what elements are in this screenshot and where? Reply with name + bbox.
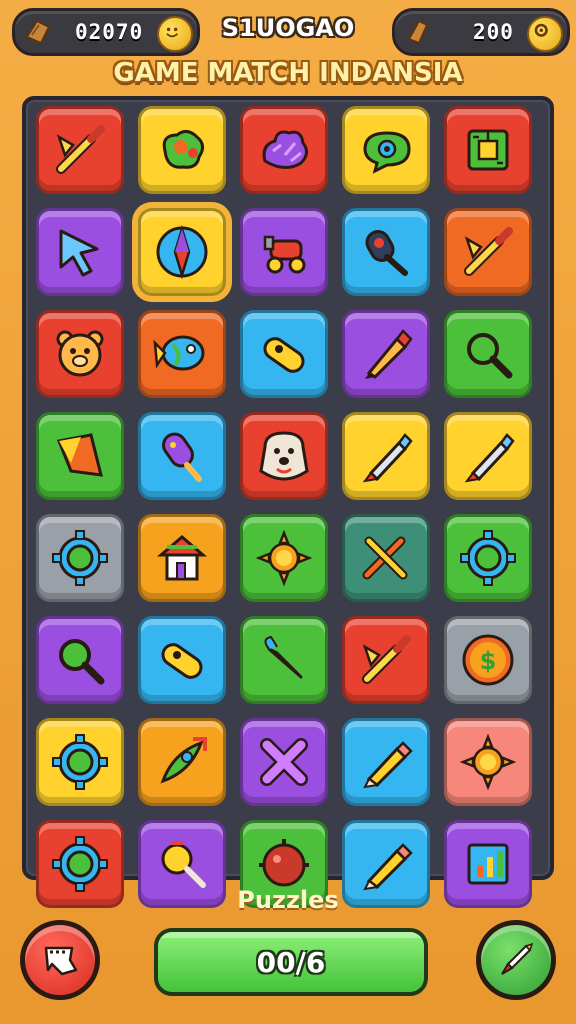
currency-value: 200 xyxy=(473,20,514,44)
game-tile[interactable] xyxy=(444,718,532,806)
game-tile[interactable] xyxy=(444,106,532,194)
pencil-icon xyxy=(363,843,413,891)
gear-icon xyxy=(52,836,108,892)
chart-box-icon xyxy=(467,843,509,885)
game-tile[interactable] xyxy=(240,514,328,602)
game-tile[interactable] xyxy=(138,412,226,500)
game-tile[interactable] xyxy=(444,412,532,500)
gear-coin-icon[interactable] xyxy=(527,16,563,52)
circuit-icon xyxy=(467,129,509,171)
cross-icon xyxy=(260,738,308,786)
lollipop-icon xyxy=(161,841,206,888)
game-tile[interactable] xyxy=(342,106,430,194)
dart-icon xyxy=(501,942,534,975)
bear-icon xyxy=(56,330,104,377)
game-tile[interactable] xyxy=(240,616,328,704)
capsule-icon xyxy=(161,643,203,679)
game-tile[interactable] xyxy=(342,208,430,296)
speech-eye-icon xyxy=(363,131,411,174)
pen-icon xyxy=(362,433,413,483)
dart-icon xyxy=(56,125,105,174)
gear-icon xyxy=(460,530,516,586)
blob-icon xyxy=(162,130,204,169)
sun-icon xyxy=(255,529,313,587)
pen-icon xyxy=(464,433,515,483)
game-tile[interactable] xyxy=(240,208,328,296)
gear-icon xyxy=(52,530,108,586)
svg-text:$: $ xyxy=(480,647,497,675)
game-tile[interactable] xyxy=(240,718,328,806)
popsicle-icon xyxy=(162,432,202,482)
game-tile[interactable] xyxy=(138,310,226,398)
game-tile[interactable] xyxy=(240,106,328,194)
game-tile[interactable] xyxy=(444,208,532,296)
boost-button[interactable] xyxy=(476,920,556,1000)
ball-icon xyxy=(259,839,309,887)
wood-icon xyxy=(407,19,429,45)
crayon-icon xyxy=(365,329,413,379)
game-tile[interactable] xyxy=(36,412,124,500)
dart-icon xyxy=(464,227,513,276)
game-tile[interactable] xyxy=(240,310,328,398)
dart-icon xyxy=(362,635,411,684)
game-tile[interactable] xyxy=(240,412,328,500)
game-tile[interactable] xyxy=(36,718,124,806)
progress-text: 00/6 xyxy=(256,946,326,979)
game-title: GAME MATCH INDANSIA xyxy=(113,58,463,88)
flag-icon xyxy=(56,433,103,477)
rocket-icon xyxy=(160,737,207,784)
cannon-icon xyxy=(263,235,306,274)
carrot-icon xyxy=(264,635,303,679)
magnifier-icon xyxy=(59,639,105,685)
gear-icon xyxy=(52,734,108,790)
game-tile[interactable] xyxy=(138,718,226,806)
coral-icon xyxy=(262,130,308,169)
capsule-icon xyxy=(263,337,305,373)
game-tile[interactable] xyxy=(342,514,430,602)
game-tile[interactable]: $ xyxy=(444,616,532,704)
probe-icon xyxy=(365,230,408,276)
game-tile[interactable] xyxy=(138,106,226,194)
game-tile[interactable] xyxy=(342,616,430,704)
puzzles-label: Puzzles xyxy=(237,886,339,914)
game-tile[interactable] xyxy=(138,616,226,704)
game-tile[interactable] xyxy=(342,310,430,398)
game-tile[interactable] xyxy=(36,106,124,194)
game-tile[interactable] xyxy=(36,514,124,602)
game-board: $ xyxy=(22,96,554,908)
game-tile[interactable] xyxy=(342,718,430,806)
game-tile[interactable] xyxy=(444,310,532,398)
broken-tile-icon xyxy=(44,946,78,976)
crossed-pens-icon xyxy=(362,536,408,580)
game-tile[interactable] xyxy=(36,616,124,704)
game-tile[interactable] xyxy=(138,208,226,296)
fish-icon xyxy=(153,335,205,371)
house-icon xyxy=(156,535,208,581)
progress-bar: 00/6 xyxy=(154,928,428,996)
pencil-icon xyxy=(363,741,413,789)
game-tile[interactable] xyxy=(36,310,124,398)
arrow-cursor-icon xyxy=(59,229,99,277)
compass-icon xyxy=(156,224,208,280)
magnifier-icon xyxy=(467,333,513,379)
game-tile[interactable] xyxy=(138,514,226,602)
game-tile[interactable] xyxy=(36,208,124,296)
coin-icon: $ xyxy=(462,634,514,686)
hint-button[interactable] xyxy=(20,920,100,1000)
game-tile[interactable] xyxy=(342,412,430,500)
currency-counter: 200 xyxy=(392,8,570,56)
sun-icon xyxy=(459,733,517,791)
game-tile[interactable] xyxy=(444,514,532,602)
dog-icon xyxy=(259,431,309,481)
